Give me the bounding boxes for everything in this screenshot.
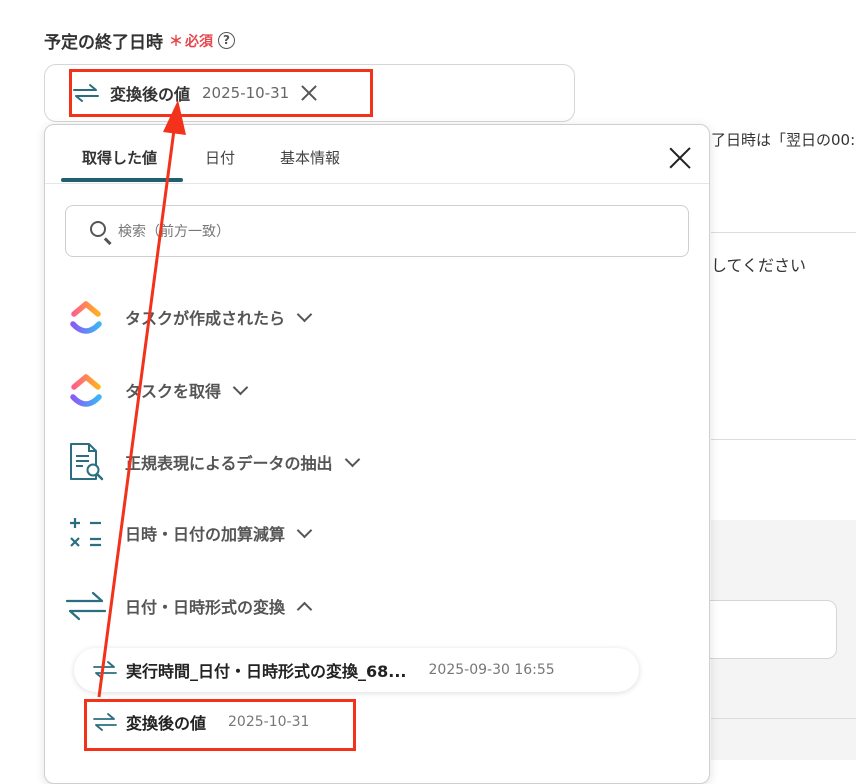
annotation-arrow <box>97 100 186 698</box>
